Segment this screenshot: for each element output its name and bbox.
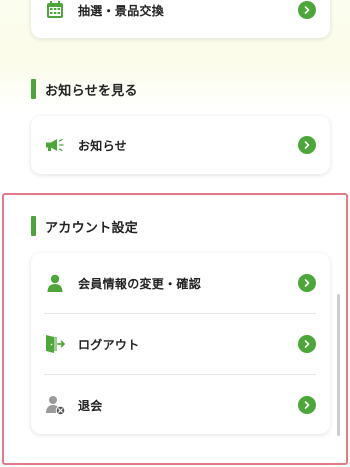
- scrollbar[interactable]: [337, 294, 340, 436]
- withdraw-label: 退会: [78, 398, 103, 413]
- user-remove-icon: [44, 394, 66, 416]
- news-row[interactable]: お知らせ: [31, 116, 330, 174]
- account-section-title: アカウント設定: [31, 216, 138, 236]
- news-section-title-text: お知らせを見る: [45, 83, 138, 99]
- member-info-row[interactable]: 会員情報の変更・確認: [31, 253, 330, 313]
- lottery-row[interactable]: 抽選・景品交換: [31, 0, 330, 38]
- section-accent-bar: [31, 216, 36, 236]
- logout-icon: [44, 333, 66, 355]
- section-accent-bar: [31, 79, 36, 99]
- chevron-right-icon[interactable]: [298, 335, 316, 353]
- chevron-right-icon[interactable]: [298, 396, 316, 414]
- logout-row[interactable]: ログアウト: [31, 314, 330, 374]
- megaphone-icon: [44, 134, 66, 156]
- lottery-label: 抽選・景品交換: [78, 4, 165, 18]
- chevron-right-icon[interactable]: [298, 1, 316, 19]
- news-card: お知らせ: [31, 116, 330, 174]
- member-info-label: 会員情報の変更・確認: [78, 276, 202, 291]
- news-section-title: お知らせを見る: [31, 79, 138, 99]
- lottery-card: 抽選・景品交換: [31, 0, 330, 38]
- calendar-icon: [44, 0, 66, 21]
- news-label: お知らせ: [78, 138, 127, 153]
- user-icon: [44, 272, 66, 294]
- chevron-right-icon[interactable]: [298, 274, 316, 292]
- chevron-right-icon[interactable]: [298, 136, 316, 154]
- account-card: 会員情報の変更・確認 ログアウト 退会: [31, 253, 330, 434]
- logout-label: ログアウト: [78, 337, 140, 352]
- account-section-title-text: アカウント設定: [45, 220, 139, 236]
- withdraw-row[interactable]: 退会: [31, 375, 330, 435]
